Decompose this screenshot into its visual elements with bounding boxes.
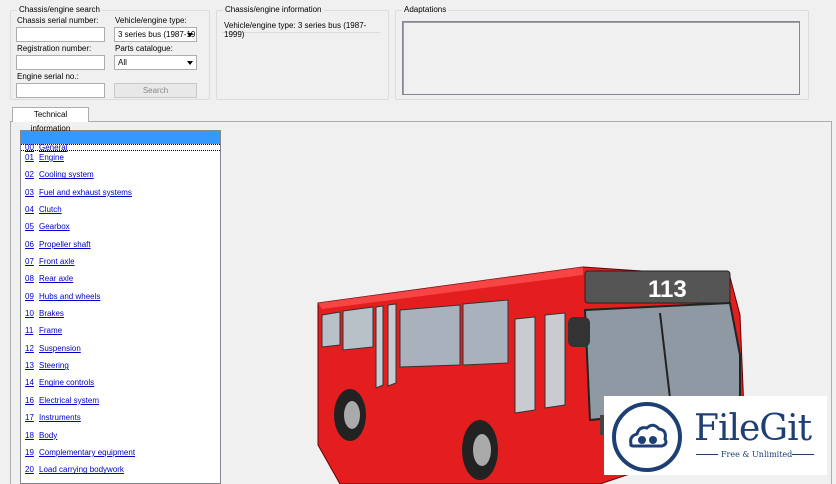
group-code[interactable]: 04 [25, 205, 34, 214]
filegit-brand: FileGit [694, 408, 812, 449]
registration-label: Registration number: [17, 44, 92, 53]
group-code[interactable]: 14 [25, 378, 34, 387]
vehicle-type-select[interactable]: 3 series bus (1987-19 [114, 27, 197, 42]
filegit-watermark: FileGit Free & Unlimited [604, 396, 827, 475]
route-number: 113 [648, 276, 687, 303]
list-item[interactable]: 10 Brakes [21, 307, 220, 324]
group-name-link[interactable]: Front axle [39, 257, 75, 266]
group-code[interactable]: 07 [25, 257, 34, 266]
group-code[interactable]: 20 [25, 465, 34, 474]
list-item[interactable]: 00 General [21, 143, 220, 152]
chassis-info-text: Vehicle/engine type: 3 series bus (1987-… [222, 21, 380, 39]
list-item[interactable]: 16 Electrical system [21, 394, 220, 411]
engine-serial-label: Engine serial no.: [17, 72, 79, 81]
list-item[interactable]: 04 Clutch [21, 203, 220, 220]
list-item[interactable]: 06 Propeller shaft [21, 238, 220, 255]
list-item[interactable]: 18 Body [21, 429, 220, 446]
parts-catalogue-value: All [118, 58, 127, 67]
list-item[interactable]: 20 Load carrying bodywork [21, 463, 220, 480]
group-name-link[interactable]: Frame [39, 326, 62, 335]
group-name-link[interactable]: Engine [39, 153, 64, 162]
filegit-tagline: Free & Unlimited [721, 450, 793, 459]
group-code[interactable]: 01 [25, 153, 34, 162]
group-name-link[interactable]: Body [39, 431, 57, 440]
search-button[interactable]: Search [114, 83, 197, 98]
chassis-info-title: Chassis/engine information [223, 5, 324, 14]
list-item[interactable]: 14 Engine controls [21, 376, 220, 393]
group-name-link[interactable]: Load carrying bodywork [39, 465, 124, 474]
tab-technical-information[interactable]: Technical information [12, 107, 89, 133]
group-name-link[interactable]: Gearbox [39, 222, 70, 231]
group-code[interactable]: 02 [25, 170, 34, 179]
group-code[interactable]: 05 [25, 222, 34, 231]
list-item[interactable]: 05 Gearbox [21, 220, 220, 237]
group-code[interactable]: 10 [25, 309, 34, 318]
group-code[interactable]: 12 [25, 344, 34, 353]
chevron-down-icon [187, 33, 193, 37]
group-code[interactable]: 18 [25, 431, 34, 440]
group-code[interactable]: 19 [25, 448, 34, 457]
group-name-link[interactable]: Clutch [39, 205, 62, 214]
group-name-link[interactable]: Steering [39, 361, 69, 370]
group-name-link[interactable]: Cooling system [39, 170, 94, 179]
registration-input[interactable] [16, 55, 105, 70]
group-name-link[interactable]: Fuel and exhaust systems [39, 188, 132, 197]
group-code[interactable]: 16 [25, 396, 34, 405]
group-name-link[interactable]: Complementary equipment [39, 448, 135, 457]
group-code[interactable]: 17 [25, 413, 34, 422]
group-code[interactable]: 03 [25, 188, 34, 197]
group-code[interactable]: 08 [25, 274, 34, 283]
list-item[interactable]: 12 Suspension [21, 342, 220, 359]
parts-catalogue-label: Parts catalogue: [115, 44, 173, 53]
chevron-down-icon [187, 61, 193, 65]
group-name-link[interactable]: Propeller shaft [39, 240, 91, 249]
chassis-search-title: Chassis/engine search [17, 5, 102, 14]
group-name-link[interactable]: Hubs and wheels [39, 292, 100, 301]
parts-catalogue-select[interactable]: All [114, 55, 197, 70]
list-item[interactable]: 17 Instruments [21, 411, 220, 428]
group-code[interactable]: 11 [25, 326, 33, 335]
group-code[interactable]: 09 [25, 292, 34, 301]
cloud-icon [612, 402, 682, 472]
group-name-link[interactable]: Suspension [39, 344, 81, 353]
rear-wheel [334, 389, 366, 441]
list-item[interactable]: 11 Frame [21, 324, 220, 341]
vehicle-type-label: Vehicle/engine type: [115, 16, 187, 25]
group-name-link[interactable]: Brakes [39, 309, 64, 318]
chassis-serial-label: Chassis serial number: [17, 16, 99, 25]
list-item[interactable]: 07 Front axle [21, 255, 220, 272]
list-item[interactable]: 19 Complementary equipment [21, 446, 220, 463]
engine-serial-input[interactable] [16, 83, 105, 98]
adaptations-list[interactable] [402, 21, 800, 95]
group-code[interactable]: 13 [25, 361, 34, 370]
group-name-link[interactable]: Rear axle [39, 274, 73, 283]
front-wheel [462, 420, 498, 480]
adaptations-title: Adaptations [402, 5, 449, 14]
chassis-serial-input[interactable] [16, 27, 105, 42]
group-name-link[interactable]: Electrical system [39, 396, 99, 405]
group-name-link[interactable]: Instruments [39, 413, 81, 422]
list-item[interactable]: 02 Cooling system [21, 168, 220, 185]
list-item[interactable]: 09 Hubs and wheels [21, 290, 220, 307]
function-group-list[interactable]: 00 General 01 Engine 02 Cooling system 03 Fuel … [20, 130, 221, 484]
list-item[interactable]: 08 Rear axle [21, 272, 220, 289]
group-code[interactable]: 06 [25, 240, 34, 249]
list-item[interactable]: 03 Fuel and exhaust systems [21, 186, 220, 203]
tagline-rule-right [792, 454, 814, 455]
list-item[interactable]: 01 Engine [21, 151, 220, 168]
tagline-rule-left [696, 454, 718, 455]
vehicle-type-value: 3 series bus (1987-19 [118, 30, 196, 39]
list-item[interactable]: 13 Steering [21, 359, 220, 376]
group-name-link[interactable]: Engine controls [39, 378, 94, 387]
